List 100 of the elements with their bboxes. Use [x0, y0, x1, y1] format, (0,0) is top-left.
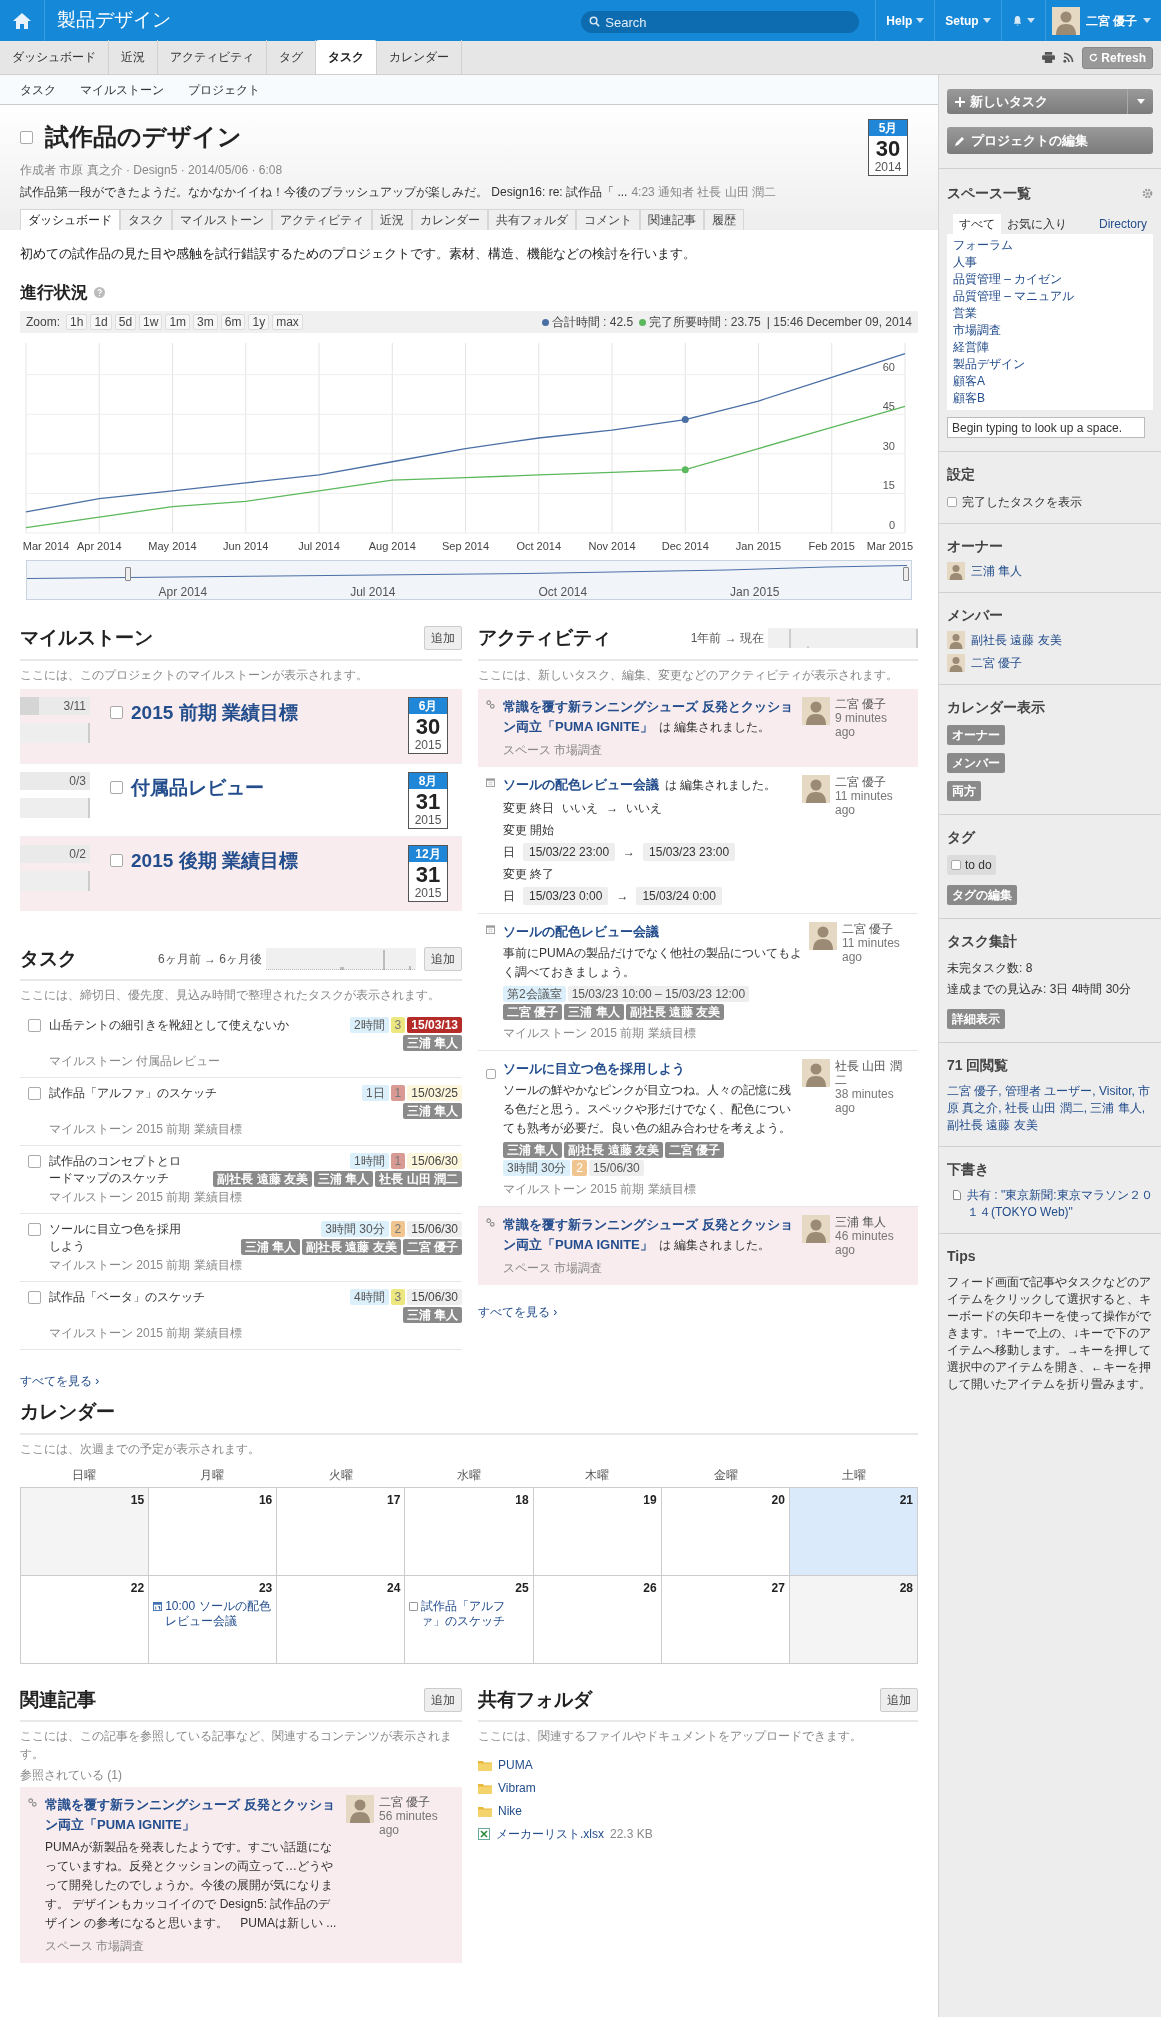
- zoom-button[interactable]: 3m: [193, 314, 218, 330]
- calendar-day[interactable]: 21: [789, 1487, 918, 1576]
- tag-filter[interactable]: to do: [947, 854, 996, 875]
- zoom-button[interactable]: 1h: [66, 314, 88, 330]
- add-button[interactable]: 追加: [424, 626, 462, 651]
- task-title[interactable]: 試作品「アルファ」のスケッチ: [49, 1085, 217, 1102]
- activity-headline[interactable]: 常識を覆す新ランニングシューズ 反発とクッション両立「PUMA IGNITE」 は 編集されました。: [503, 1214, 796, 1255]
- search-field[interactable]: Search: [581, 11, 860, 33]
- user-link[interactable]: 副社長 遠藤 友美: [971, 630, 1062, 649]
- activity-headline[interactable]: ソールの配色レビュー会議 は 編集されました。: [503, 774, 796, 795]
- activity-headline[interactable]: ソールに目立つ色を採用しよう: [503, 1058, 796, 1079]
- checkbox[interactable]: [110, 781, 123, 795]
- folder-link[interactable]: Nike: [498, 1801, 522, 1820]
- calendar-day[interactable]: 16: [149, 1487, 278, 1576]
- nav-tab[interactable]: タスク: [316, 40, 377, 74]
- space-link[interactable]: 製品デザイン: [953, 356, 1025, 373]
- zoom-button[interactable]: 6m: [220, 314, 246, 330]
- milestone-title[interactable]: 付属品レビュー: [131, 773, 264, 802]
- space-link[interactable]: 品質管理 – カイゼン: [953, 271, 1063, 288]
- space-link[interactable]: 経営陣: [953, 339, 989, 356]
- page-tab[interactable]: タスク: [120, 209, 172, 230]
- checkbox[interactable]: [110, 854, 123, 868]
- zoom-button[interactable]: 1m: [165, 314, 191, 330]
- page-tab[interactable]: アクティビティ: [272, 209, 372, 230]
- checkbox[interactable]: [486, 1068, 496, 1079]
- zoom-button[interactable]: max: [272, 314, 303, 330]
- space-link[interactable]: フォーラム: [953, 237, 1013, 254]
- calendar-day[interactable]: 27: [661, 1575, 790, 1664]
- space-tab[interactable]: Directory: [1093, 214, 1153, 234]
- home-icon[interactable]: [12, 11, 32, 30]
- page-tab[interactable]: 共有フォルダ: [488, 209, 576, 230]
- checkbox[interactable]: [28, 1087, 41, 1100]
- add-button[interactable]: 追加: [880, 1687, 918, 1712]
- checkbox[interactable]: [28, 1019, 41, 1032]
- space-tab[interactable]: お気に入り: [1001, 214, 1073, 234]
- print-icon[interactable]: [1042, 52, 1056, 63]
- user-name[interactable]: 二宮 優子: [835, 696, 905, 711]
- page-tab[interactable]: 履歴: [704, 209, 744, 230]
- nav-tab[interactable]: 近況: [109, 40, 158, 74]
- space-link[interactable]: 市場調査: [953, 322, 1001, 339]
- range-handle[interactable]: [903, 567, 909, 581]
- folder-link[interactable]: PUMA: [498, 1755, 533, 1774]
- zoom-button[interactable]: 1d: [90, 314, 112, 330]
- space-link[interactable]: 顧客A: [953, 373, 985, 390]
- calendar-day[interactable]: 28: [789, 1575, 918, 1664]
- calendar-day[interactable]: 25 試作品「アルファ」のスケッチ: [405, 1575, 534, 1664]
- milestone-title[interactable]: 2015 前期 業績目標: [131, 698, 298, 727]
- calendar-day[interactable]: 17: [277, 1487, 406, 1576]
- page-tab[interactable]: カレンダー: [412, 209, 488, 230]
- zoom-button[interactable]: 5d: [114, 314, 137, 330]
- space-link[interactable]: 人事: [953, 254, 977, 271]
- milestone-title[interactable]: 2015 後期 業績目標: [131, 846, 298, 875]
- range-navigator[interactable]: Apr 2014 Jul 2014 Oct 2014 Jan 2015: [26, 560, 912, 600]
- calendar-event[interactable]: 試作品「アルファ」のスケッチ: [421, 1598, 529, 1629]
- user-link[interactable]: 二宮 優子: [971, 653, 1023, 672]
- page-tab[interactable]: 近況: [372, 209, 412, 230]
- settings-icon[interactable]: [1142, 188, 1153, 199]
- task-title[interactable]: 試作品「ベータ」のスケッチ: [49, 1289, 205, 1306]
- add-button[interactable]: 追加: [424, 1687, 462, 1712]
- activity-headline[interactable]: ソールの配色レビュー会議: [503, 921, 803, 942]
- space-lookup-field[interactable]: Begin typing to look up a space.: [947, 417, 1145, 438]
- checkbox[interactable]: [947, 496, 957, 507]
- space-link[interactable]: 顧客B: [953, 390, 985, 407]
- zoom-button[interactable]: 1y: [248, 314, 270, 330]
- nav-tab[interactable]: アクティビティ: [158, 40, 267, 74]
- checkbox[interactable]: [20, 130, 33, 144]
- subnav-link[interactable]: マイルストーン: [80, 80, 164, 99]
- draft-link[interactable]: 共有 : "東京新聞:東京マラソン２０１４(TOKYO Web)": [967, 1186, 1153, 1221]
- checkbox[interactable]: [110, 706, 123, 720]
- checkbox[interactable]: [28, 1291, 41, 1304]
- calendar-day[interactable]: 15: [21, 1487, 150, 1576]
- calendar-day[interactable]: 22: [21, 1575, 150, 1664]
- task-title[interactable]: ソールに目立つ色を採用しよう: [49, 1221, 189, 1255]
- user-name[interactable]: 二宮 優子: [379, 1795, 449, 1809]
- user-link[interactable]: 三浦 隼人: [971, 561, 1023, 580]
- user-name[interactable]: 社長 山田 潤二: [835, 1058, 910, 1087]
- task-title[interactable]: 試作品のコンセプトとロードマップのスケッチ: [49, 1153, 189, 1187]
- calendar-day[interactable]: 26: [533, 1575, 662, 1664]
- user-name[interactable]: 三浦 隼人: [835, 1214, 905, 1229]
- calendar-event[interactable]: 10:00 ソールの配色レビュー会議: [165, 1598, 273, 1629]
- activity-headline[interactable]: 常識を覆す新ランニングシューズ 反発とクッション両立「PUMA IGNITE」 は 編集されました。: [503, 696, 796, 737]
- space-link[interactable]: 営業: [953, 305, 977, 322]
- range-handle[interactable]: [125, 567, 131, 581]
- see-all-link[interactable]: すべてを見る ›: [478, 1302, 558, 1321]
- calendar-day[interactable]: 19: [533, 1487, 662, 1576]
- help-icon[interactable]: [94, 286, 105, 298]
- checkbox[interactable]: [28, 1155, 41, 1168]
- calendar-day[interactable]: 18: [405, 1487, 534, 1576]
- user-name[interactable]: 二宮 優子: [842, 921, 912, 936]
- task-title[interactable]: 山岳テントの細引きを靴紐として使えないか: [49, 1017, 289, 1034]
- page-tab[interactable]: 関連記事: [640, 209, 704, 230]
- zoom-button[interactable]: 1w: [139, 314, 163, 330]
- see-all-link[interactable]: すべてを見る ›: [20, 1372, 100, 1390]
- page-tab[interactable]: コメント: [576, 209, 640, 230]
- nav-tab[interactable]: ダッシュボード: [0, 40, 109, 74]
- calendar-day[interactable]: 23 10:00 ソールの配色レビュー会議: [149, 1575, 278, 1664]
- page-tab[interactable]: マイルストーン: [172, 209, 272, 230]
- calendar-day[interactable]: 20: [661, 1487, 790, 1576]
- user-name[interactable]: 二宮 優子: [835, 774, 905, 789]
- space-tab[interactable]: すべて: [953, 214, 1001, 234]
